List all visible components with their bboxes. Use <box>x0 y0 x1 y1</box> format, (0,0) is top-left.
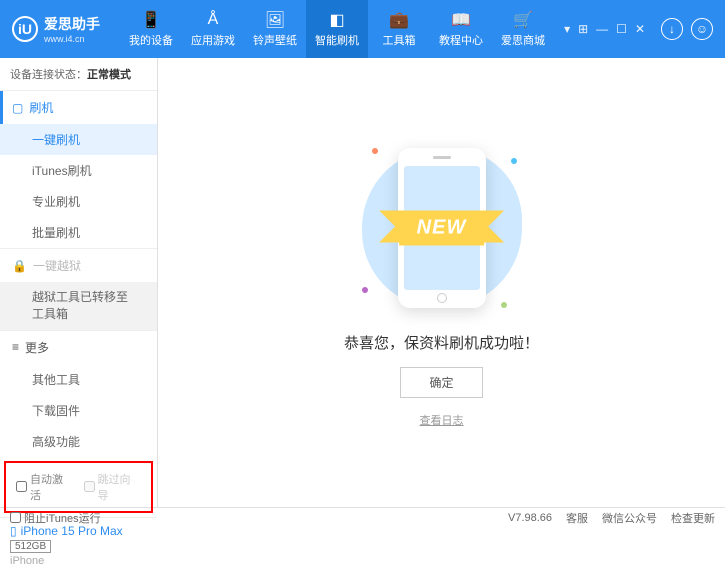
sidebar-more-header[interactable]: ≡更多 <box>0 331 157 364</box>
download-button[interactable]: ↓ <box>661 18 683 40</box>
footer-wechat[interactable]: 微信公众号 <box>602 510 657 526</box>
footer-support[interactable]: 客服 <box>566 510 588 526</box>
checkbox-skip-guide[interactable]: 跳过向导 <box>84 471 142 503</box>
sidebar-item-other-tools[interactable]: 其他工具 <box>0 364 157 395</box>
sidebar-item-oneclick-flash[interactable]: 一键刷机 <box>0 124 157 155</box>
version-label: V7.98.66 <box>508 512 552 524</box>
cart-icon: 🛒 <box>513 11 533 29</box>
success-message: 恭喜您，保资料刷机成功啦！ <box>344 332 539 353</box>
phone-icon: ▢ <box>12 101 23 115</box>
device-name: ▯iPhone 15 Pro Max <box>10 524 147 538</box>
sidebar-item-batch-flash[interactable]: 批量刷机 <box>0 217 157 248</box>
grid-icon[interactable]: ⊞ <box>578 22 588 36</box>
main-nav: 📱我的设备 Å应用游戏 🖼铃声壁纸 ◧智能刷机 💼工具箱 📖教程中心 🛒爱思商城 <box>120 0 554 58</box>
checkbox-auto-activate[interactable]: 自动激活 <box>16 471 74 503</box>
sidebar-jailbreak-header: 🔒一键越狱 <box>0 249 157 282</box>
lock-icon: 🔒 <box>12 259 27 273</box>
device-storage: 512GB <box>10 540 51 553</box>
sidebar-item-advanced[interactable]: 高级功能 <box>0 426 157 457</box>
sidebar-flash-header[interactable]: ▢刷机 <box>0 91 157 124</box>
checkbox-row: 自动激活 跳过向导 <box>4 461 153 513</box>
ok-button[interactable]: 确定 <box>400 367 482 398</box>
image-icon: 🖼 <box>265 11 285 29</box>
success-illustration: NEW <box>352 138 532 318</box>
logo-title: 爱思助手 <box>44 14 100 34</box>
nav-toolbox[interactable]: 💼工具箱 <box>368 0 430 58</box>
checkbox-block-itunes[interactable]: 阻止iTunes运行 <box>10 510 101 526</box>
nav-smart-flash[interactable]: ◧智能刷机 <box>306 0 368 58</box>
nav-tutorials[interactable]: 📖教程中心 <box>430 0 492 58</box>
device-type: iPhone <box>10 555 147 567</box>
account-button[interactable]: ☺ <box>691 18 713 40</box>
toolbox-icon: 💼 <box>389 11 409 29</box>
connection-status: 设备连接状态：正常模式 <box>0 58 157 90</box>
nav-store[interactable]: 🛒爱思商城 <box>492 0 554 58</box>
header-right: ▾ ⊞ — ☐ ✕ ↓ ☺ <box>564 18 713 40</box>
sidebar-item-itunes-flash[interactable]: iTunes刷机 <box>0 155 157 186</box>
apps-icon: Å <box>203 11 223 29</box>
menu-icon: ≡ <box>12 340 19 354</box>
nav-my-device[interactable]: 📱我的设备 <box>120 0 182 58</box>
app-logo: iU 爱思助手 www.i4.cn <box>12 14 100 44</box>
main-content: NEW 恭喜您，保资料刷机成功啦！ 确定 查看日志 <box>158 58 725 507</box>
sidebar-item-pro-flash[interactable]: 专业刷机 <box>0 186 157 217</box>
view-log-link[interactable]: 查看日志 <box>420 412 464 428</box>
nav-apps-games[interactable]: Å应用游戏 <box>182 0 244 58</box>
close-icon[interactable]: ✕ <box>635 22 645 36</box>
sidebar-item-download-firmware[interactable]: 下载固件 <box>0 395 157 426</box>
sidebar-item-jailbreak-moved: 越狱工具已转移至工具箱 <box>0 282 157 330</box>
phone-icon: 📱 <box>141 11 161 29</box>
menu-icon[interactable]: ▾ <box>564 22 570 36</box>
book-icon: 📖 <box>451 11 471 29</box>
minimize-icon[interactable]: — <box>596 22 608 36</box>
maximize-icon[interactable]: ☐ <box>616 22 627 36</box>
logo-icon: iU <box>12 16 38 42</box>
sidebar: 设备连接状态：正常模式 ▢刷机 一键刷机 iTunes刷机 专业刷机 批量刷机 … <box>0 58 158 507</box>
flash-icon: ◧ <box>327 11 347 29</box>
app-header: iU 爱思助手 www.i4.cn 📱我的设备 Å应用游戏 🖼铃声壁纸 ◧智能刷… <box>0 0 725 58</box>
nav-ringtone-wallpaper[interactable]: 🖼铃声壁纸 <box>244 0 306 58</box>
phone-icon: ▯ <box>10 524 17 538</box>
logo-url: www.i4.cn <box>44 34 100 44</box>
connection-mode: 正常模式 <box>87 69 131 81</box>
new-ribbon: NEW <box>399 210 485 245</box>
footer-check-update[interactable]: 检查更新 <box>671 510 715 526</box>
